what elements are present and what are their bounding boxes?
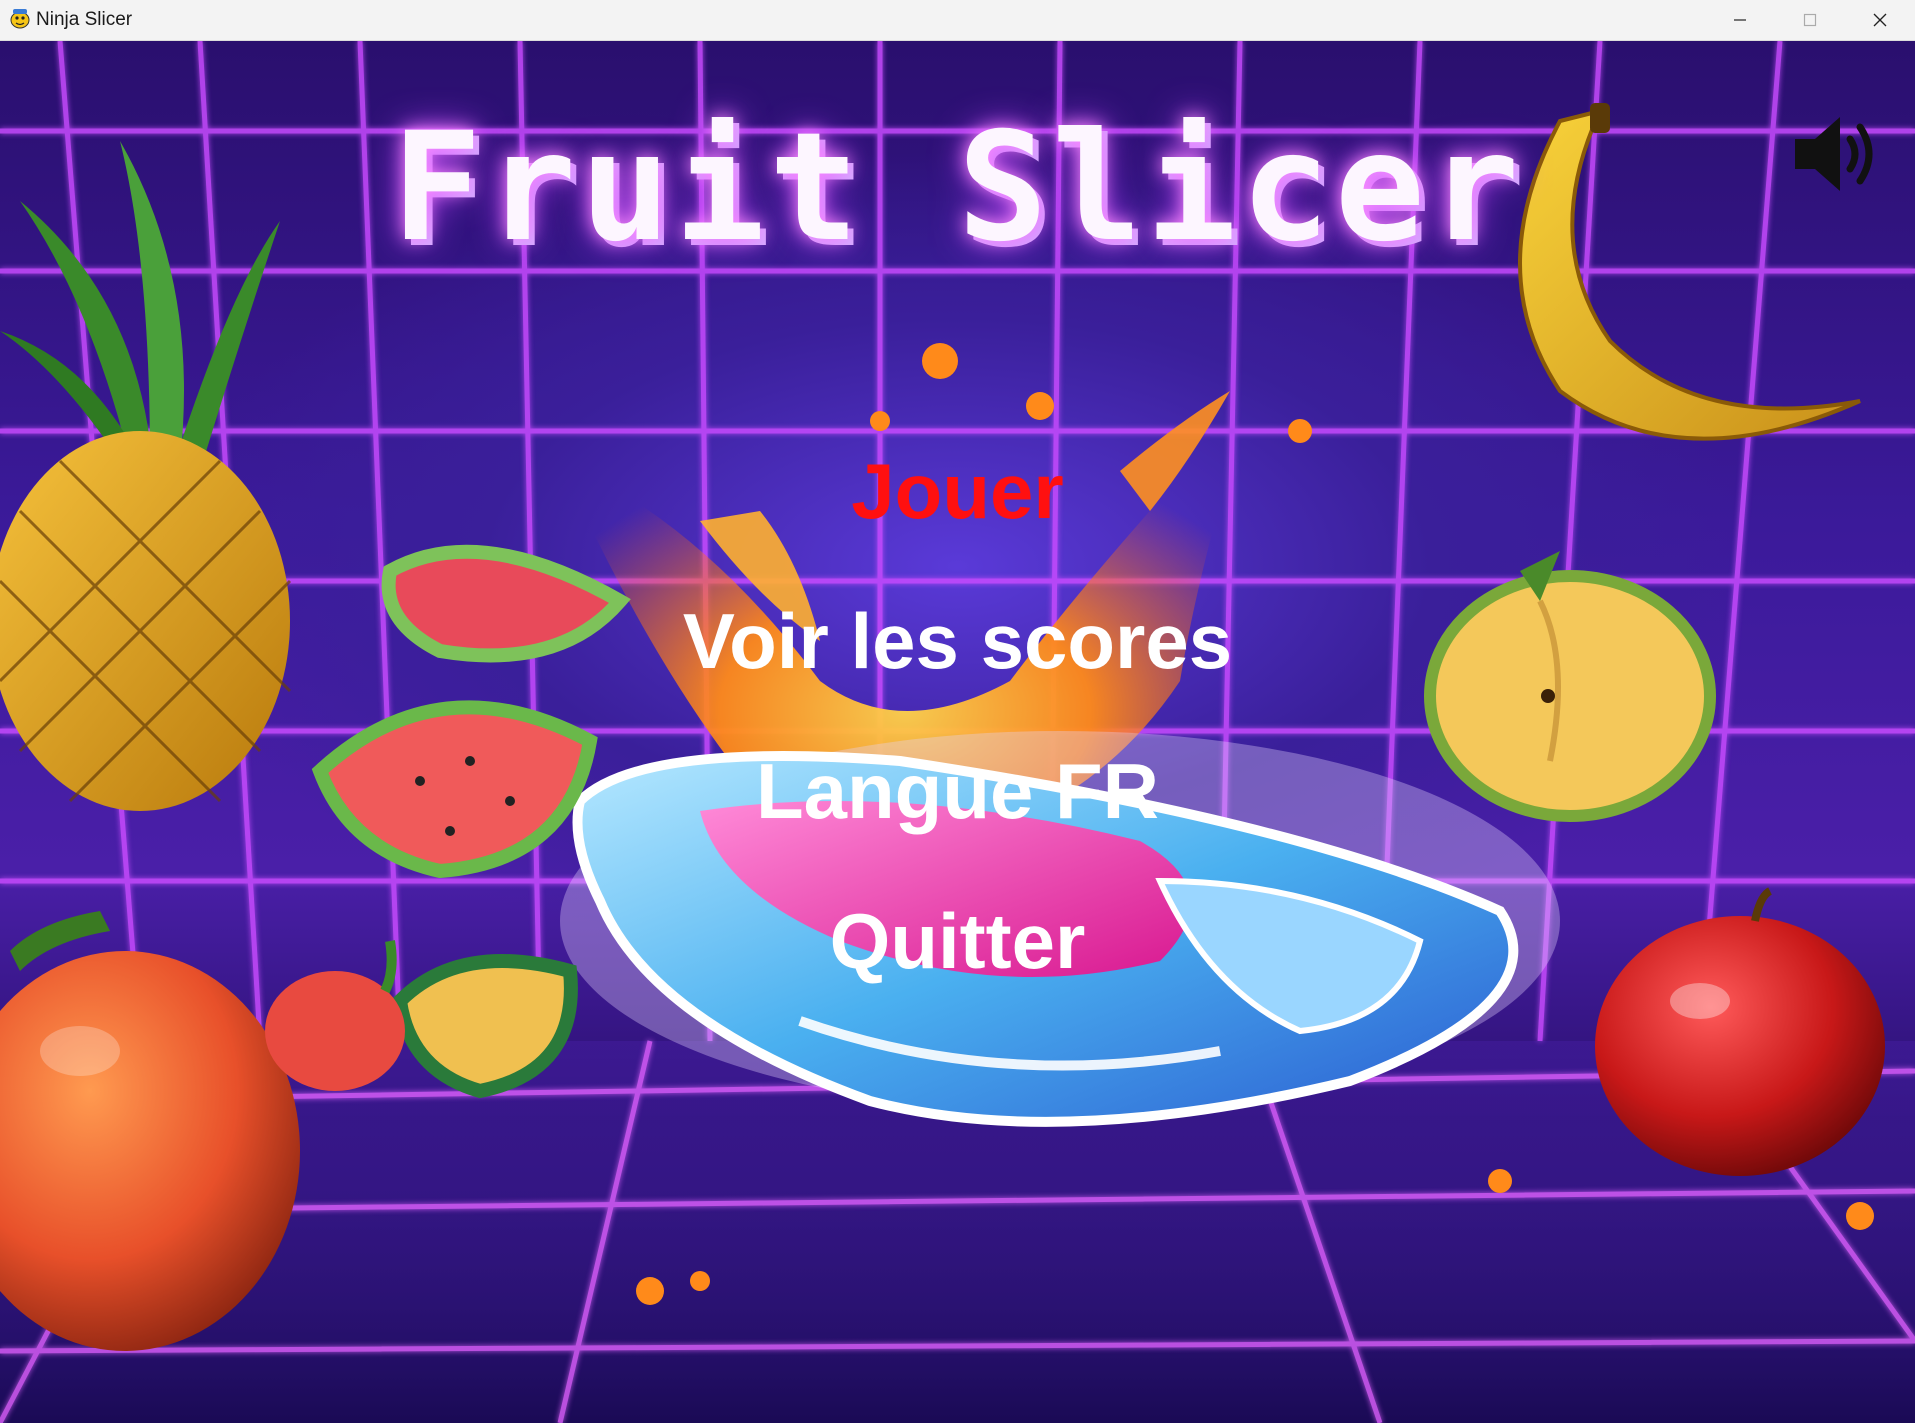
game-canvas[interactable]: Fruit Slicer Jouer Voir les scores Langu… [0,41,1915,1423]
close-icon [1873,13,1887,27]
window-title: Ninja Slicer [36,9,133,30]
minimize-button[interactable] [1705,0,1775,40]
menu-quit[interactable]: Quitter [0,896,1915,987]
pygame-icon [8,7,32,31]
menu-play[interactable]: Jouer [0,446,1915,537]
maximize-button[interactable] [1775,0,1845,40]
menu-view-scores[interactable]: Voir les scores [0,596,1915,687]
title-bar[interactable]: Ninja Slicer [0,0,1915,41]
menu-language[interactable]: Langue FR [0,746,1915,837]
close-button[interactable] [1845,0,1915,40]
main-menu: Jouer Voir les scores Langue FR Quitter [0,41,1915,1423]
minimize-icon [1734,19,1746,21]
game-window: Ninja Slicer Fruit Slicer Jouer Voir les… [0,0,1915,1423]
maximize-icon [1803,13,1817,27]
